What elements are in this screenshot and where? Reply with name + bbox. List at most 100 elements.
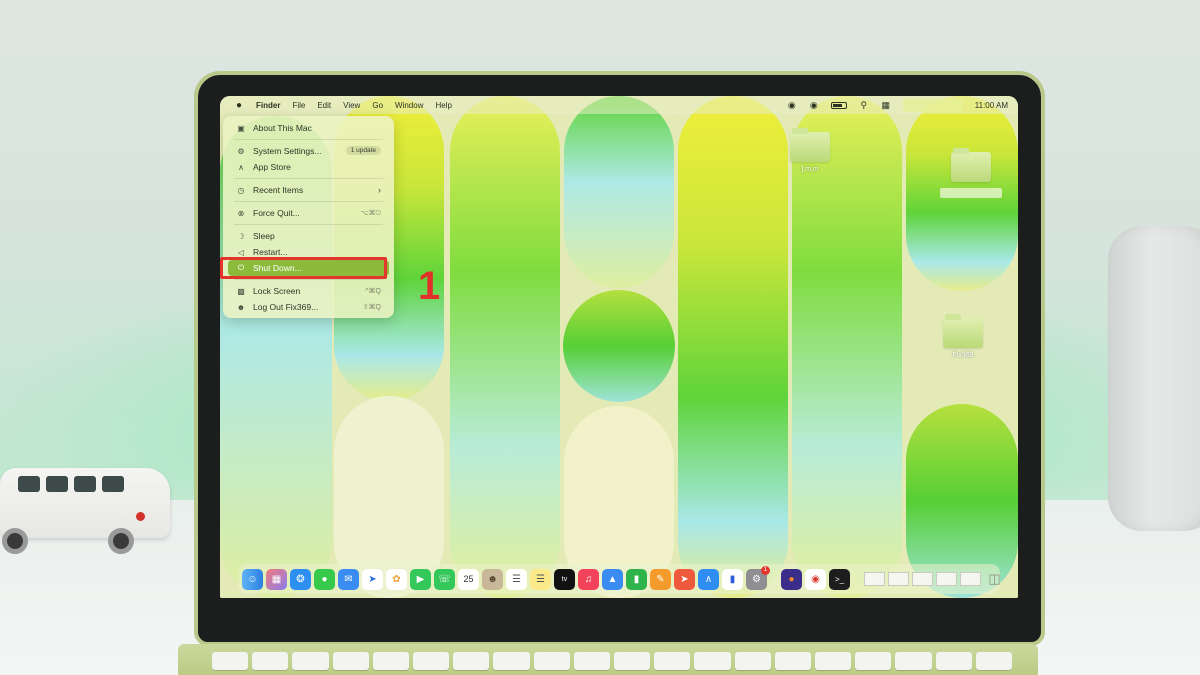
keyboard-shortcut: ⌥⌘⎋ (360, 210, 381, 217)
pages-icon[interactable]: ✎ (650, 568, 671, 590)
menu-separator (234, 201, 383, 202)
menu-help[interactable]: Help (435, 101, 451, 110)
menu-separator (234, 178, 383, 179)
menu-item-sleep[interactable]: ☽ Sleep (228, 228, 389, 244)
step-number-label: 1 (418, 264, 441, 308)
wifi-icon[interactable]: ◉ (809, 100, 819, 110)
phone-icon[interactable]: ☏ (434, 568, 455, 590)
menu-edit[interactable]: Edit (317, 101, 331, 110)
menu-separator (234, 279, 383, 280)
laptop-screen: ● Finder File Edit View Go Window Help ◉… (220, 96, 1018, 598)
menu-separator (234, 224, 383, 225)
user-icon: ☻ (236, 302, 246, 312)
moon-icon: ☽ (237, 231, 245, 241)
contacts-icon[interactable]: ☻ (482, 568, 503, 590)
chrome-icon[interactable]: ◉ (805, 568, 826, 590)
folder-icon (790, 128, 830, 162)
safari-icon[interactable]: ❂ (290, 568, 311, 590)
folder-label-redacted (940, 188, 1002, 198)
document-thumbnail[interactable] (864, 572, 885, 586)
maps-icon[interactable]: ➤ (362, 568, 383, 590)
toy-bus-window (74, 476, 96, 492)
menu-view[interactable]: View (343, 101, 360, 110)
apple-menu: ▣ About This Mac ⚙ System Settings... 1 … (223, 116, 394, 318)
menu-item-label: Sleep (253, 231, 275, 241)
keynote-icon[interactable]: ▲ (602, 568, 623, 590)
desktop-folder[interactable] (940, 148, 1002, 198)
menu-item-system-settings[interactable]: ⚙ System Settings... 1 update (228, 143, 389, 159)
photos-icon[interactable]: ✿ (386, 568, 407, 590)
toy-bus-light (136, 512, 145, 521)
menu-item-log-out[interactable]: ☻ Log Out Fix369... ⇧⌘Q (228, 299, 389, 315)
reminders-icon[interactable]: ☰ (506, 568, 527, 590)
swift-playgrounds-icon[interactable]: ➤ (674, 568, 695, 590)
folder-label: Fix369 (952, 352, 974, 359)
desktop-folder[interactable]: Fix369 (943, 314, 983, 359)
menu-go[interactable]: Go (372, 101, 383, 110)
menu-item-lock-screen[interactable]: ▩ Lock Screen ^⌘Q (228, 283, 389, 299)
app-store-icon[interactable]: ∧ (698, 568, 719, 590)
keyboard-shortcut: ^⌘Q (365, 288, 381, 295)
app-store-icon: ∧ (238, 162, 244, 172)
menu-item-label: About This Mac (253, 123, 312, 133)
homepod-speaker (1108, 226, 1200, 531)
menu-bar-highlight (902, 98, 963, 112)
battery-icon[interactable] (830, 101, 847, 109)
notes-icon[interactable]: ☰ (530, 568, 551, 590)
terminal-icon[interactable]: >_ (829, 568, 850, 590)
numbers-icon[interactable]: ▮ (626, 568, 647, 590)
document-thumbnail[interactable] (912, 572, 933, 586)
control-center-icon[interactable]: ▦ (881, 100, 891, 110)
folder-label: ],m,m (801, 166, 819, 173)
calendar-icon[interactable]: 25 (458, 568, 479, 590)
trash-icon[interactable]: ◫ (984, 569, 1005, 590)
xcode-icon[interactable]: ▮ (722, 568, 743, 590)
music-icon[interactable]: ♫ (578, 568, 599, 590)
menu-item-about-this-mac[interactable]: ▣ About This Mac (228, 120, 389, 136)
folder-icon (951, 148, 991, 182)
update-badge: 1 update (345, 146, 381, 155)
menu-separator (234, 139, 383, 140)
spotlight-search-icon[interactable]: ⚲ (859, 100, 869, 110)
desktop-folder[interactable]: ],m,m (790, 128, 830, 173)
messages-icon[interactable]: ● (314, 568, 335, 590)
clock-icon: ◷ (237, 185, 245, 195)
gear-icon: ⚙ (237, 146, 245, 156)
menu-file[interactable]: File (292, 101, 305, 110)
lock-icon: ▩ (237, 286, 245, 296)
toy-bus-window (18, 476, 40, 492)
document-thumbnail[interactable] (936, 572, 957, 586)
apple-logo-icon[interactable]: ● (230, 100, 248, 111)
menu-item-label: System Settings... (253, 146, 322, 156)
menu-item-app-store[interactable]: ∧ App Store (228, 159, 389, 175)
screen-record-icon[interactable]: ◉ (787, 100, 797, 110)
launchpad-icon[interactable]: ▦ (266, 568, 287, 590)
notification-badge: 1 (761, 565, 770, 575)
document-thumbnail[interactable] (960, 572, 981, 586)
menu-finder[interactable]: Finder (256, 101, 280, 110)
menu-item-force-quit[interactable]: ⊗ Force Quit... ⌥⌘⎋ (228, 205, 389, 221)
facetime-icon[interactable]: ▶ (410, 568, 431, 590)
restart-icon: ◁ (237, 247, 245, 257)
menu-bar-status-area: ◉ ◉ ⚲ ▦ 11:00 AM (787, 96, 1008, 114)
keyboard-row (212, 652, 1013, 670)
menu-bar: ● Finder File Edit View Go Window Help ◉… (220, 96, 1018, 114)
menu-window[interactable]: Window (395, 101, 423, 110)
toy-bus-window (46, 476, 68, 492)
toy-bus-wheel (2, 528, 28, 554)
menu-item-recent-items[interactable]: ◷ Recent Items › (228, 182, 389, 198)
document-thumbnail[interactable] (888, 572, 909, 586)
toy-bus (0, 462, 172, 554)
finder-icon[interactable]: ☺ (242, 568, 263, 590)
apple-tv-icon[interactable]: tv (554, 568, 575, 590)
keyboard-shortcut: ⇧⌘Q (362, 304, 381, 311)
firefox-icon[interactable]: ● (781, 568, 802, 590)
menu-item-label: Log Out Fix369... (253, 302, 319, 312)
menu-item-label: Lock Screen (253, 286, 301, 296)
mail-icon[interactable]: ✉ (338, 568, 359, 590)
menu-bar-clock[interactable]: 11:00 AM (975, 101, 1008, 110)
step-highlight-box (220, 257, 387, 279)
menu-item-label: Recent Items (253, 185, 304, 195)
system-settings-icon[interactable]: ⚙ 1 (746, 565, 770, 590)
menu-item-label: App Store (253, 162, 291, 172)
